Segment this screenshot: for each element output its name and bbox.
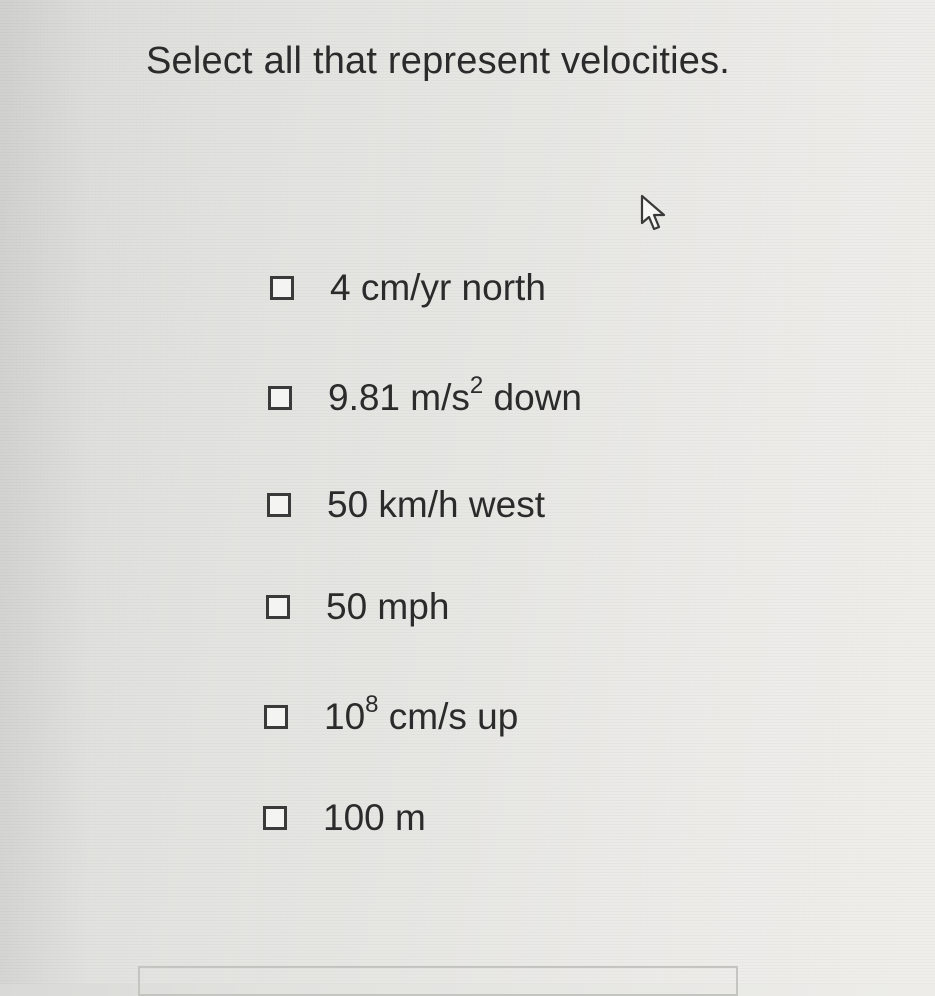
exponent: 8	[365, 690, 379, 718]
option-label[interactable]: 50 km/h west	[327, 484, 545, 526]
checkbox-icon[interactable]	[264, 705, 288, 729]
option-label[interactable]: 100 m	[323, 797, 426, 839]
next-section-border	[138, 966, 738, 996]
option-label[interactable]: 50 mph	[326, 586, 449, 628]
option-50-km-h-west[interactable]: 50 km/h west	[267, 480, 545, 530]
answer-options-list: 4 cm/yr north 9.81 m/s2 down 50 km/h wes…	[0, 0, 935, 984]
option-label-base: 9.81 m/s	[328, 377, 470, 418]
option-label-base: 10	[324, 696, 366, 737]
option-9-81-m-s2-down[interactable]: 9.81 m/s2 down	[268, 373, 582, 423]
checkbox-icon[interactable]	[267, 493, 291, 517]
option-label[interactable]: 9.81 m/s2 down	[328, 373, 582, 419]
option-4-cm-yr-north[interactable]: 4 cm/yr north	[270, 263, 546, 313]
option-label-suffix: down	[483, 377, 582, 418]
option-label[interactable]: 108 cm/s up	[324, 692, 519, 738]
hand-pointer-cursor-icon	[640, 194, 666, 231]
exponent: 2	[469, 371, 484, 399]
option-label-suffix: cm/s up	[378, 696, 519, 737]
option-50-mph[interactable]: 50 mph	[266, 582, 449, 632]
checkbox-icon[interactable]	[263, 806, 287, 830]
option-100-m[interactable]: 100 m	[263, 793, 426, 843]
checkbox-icon[interactable]	[270, 276, 294, 300]
checkbox-icon[interactable]	[268, 386, 292, 410]
checkbox-icon[interactable]	[266, 595, 290, 619]
option-10e8-cm-s-up[interactable]: 108 cm/s up	[264, 692, 518, 742]
option-label[interactable]: 4 cm/yr north	[330, 267, 546, 309]
